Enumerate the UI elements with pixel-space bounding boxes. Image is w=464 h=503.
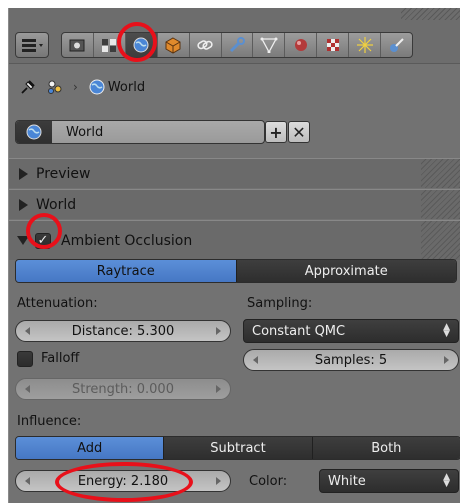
attenuation-label: Attenuation: [17,296,98,311]
material-icon [294,39,307,51]
editor-type-button[interactable] [15,32,49,58]
decrement-arrow-icon[interactable] [25,385,30,393]
modifiers-icon [229,37,245,53]
tab-object[interactable] [158,33,190,57]
increment-arrow-icon[interactable] [216,385,221,393]
decrement-arrow-icon[interactable] [25,477,30,485]
tab-particles[interactable] [349,33,382,57]
strength-value: Strength: 0.000 [72,381,174,397]
panel-ambient-occlusion-header[interactable]: ✓ Ambient Occlusion [9,220,460,260]
breadcrumb: › World [19,76,145,98]
falloff-label: Falloff [41,351,80,366]
panel-preview-header[interactable]: Preview [9,158,460,188]
object-data-icon [260,37,278,53]
sampling-label: Sampling: [247,296,313,311]
texture-icon [326,39,339,51]
chevron-right-icon [19,198,28,211]
samples-field[interactable]: Samples: 5 [243,349,459,371]
remove-world-button[interactable]: ✕ [288,121,310,143]
distance-value: Distance: 5.300 [71,323,175,339]
render-icon [69,39,85,52]
ao-method-selector: Raytrace Approximate [15,259,457,283]
chevron-right-icon [19,167,28,180]
properties-header [9,8,460,64]
blend-mode-selector: Add Subtract Both [15,436,460,460]
panel-world-header[interactable]: World [9,189,460,219]
updown-arrow-icon: ▲ ▼ [443,322,450,339]
world-icon [89,79,105,95]
highlight-ring-ao-checkbox [26,213,62,249]
world-browse-button[interactable] [16,121,52,143]
add-button[interactable]: Add [16,437,165,459]
tab-texture[interactable] [317,33,350,57]
breadcrumb-world-label: World [107,79,146,95]
scene-icon [48,80,62,94]
object-icon [165,37,181,54]
add-world-button[interactable]: + [265,121,287,143]
panel-grip[interactable] [421,159,460,188]
world-icon [26,124,42,140]
tab-render[interactable] [62,33,94,57]
subtract-button[interactable]: Subtract [164,437,313,459]
color-select[interactable]: White ▲ ▼ [319,469,459,493]
color-value: White [328,473,366,489]
highlight-ring-energy [55,462,193,502]
header-grip[interactable] [401,8,460,20]
increment-arrow-icon[interactable] [216,327,221,335]
tab-physics[interactable] [381,33,412,57]
increment-arrow-icon[interactable] [216,477,221,485]
properties-editor-icon [22,39,43,52]
properties-editor: › World World + ✕ Preview World ✓ Ambien… [8,8,460,503]
highlight-ring-world-tab [117,22,157,62]
physics-icon [389,38,404,52]
tab-object-data[interactable] [253,33,286,57]
sampling-method-select[interactable]: Constant QMC ▲ ▼ [243,319,459,343]
raytrace-button[interactable]: Raytrace [16,260,237,282]
panel-preview-label: Preview [36,165,91,182]
constraints-icon [197,40,213,50]
panel-grip[interactable] [421,190,460,219]
falloff-checkbox[interactable] [17,351,33,367]
context-tabs [61,32,413,58]
panel-grip[interactable] [421,221,460,260]
approximate-button[interactable]: Approximate [236,260,456,282]
pin-icon[interactable] [19,78,37,96]
panel-world-label: World [36,196,77,213]
decrement-arrow-icon[interactable] [253,356,258,364]
increment-arrow-icon[interactable] [444,356,449,364]
samples-value: Samples: 5 [314,352,388,368]
sampling-method-value: Constant QMC [252,323,346,339]
render-layers-icon [102,39,117,52]
panel-ambient-occlusion-label: Ambient Occlusion [61,232,193,249]
influence-label: Influence: [17,414,82,429]
color-label: Color: [249,474,288,489]
particles-icon [356,37,373,53]
decrement-arrow-icon[interactable] [25,327,30,335]
distance-field[interactable]: Distance: 5.300 [15,320,231,342]
tab-constraints[interactable] [190,33,222,57]
tab-material[interactable] [285,33,318,57]
updown-arrow-icon: ▲ ▼ [443,472,450,489]
strength-field[interactable]: Strength: 0.000 [15,378,231,400]
world-datablock-field[interactable]: World [15,120,265,144]
tab-modifiers[interactable] [222,33,254,57]
world-name[interactable]: World [52,125,103,140]
breadcrumb-separator: › [73,80,78,94]
both-button[interactable]: Both [312,437,460,459]
